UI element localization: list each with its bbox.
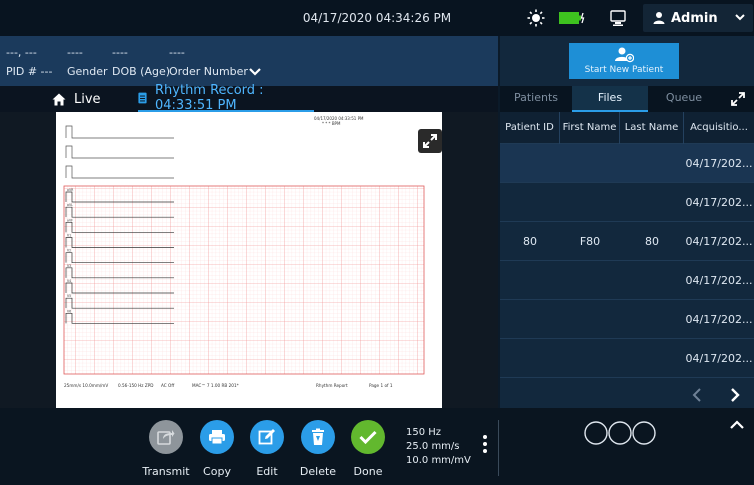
ecg-grid bbox=[63, 185, 425, 375]
fullscreen-button[interactable] bbox=[418, 129, 442, 153]
pagination bbox=[500, 378, 754, 408]
tab-queue[interactable]: Queue bbox=[648, 86, 720, 112]
speed-setting: 25.0 mm/s bbox=[406, 441, 460, 452]
cell-first-name: F80 bbox=[579, 235, 601, 248]
user-menu-button[interactable]: Admin bbox=[643, 4, 753, 32]
trash-icon bbox=[312, 428, 324, 445]
patient-header[interactable] bbox=[0, 36, 498, 86]
cell-acquisition: 04/17/202... bbox=[685, 274, 753, 287]
cell-acquisition: 04/17/202... bbox=[685, 235, 753, 248]
lead-label: aVL bbox=[67, 203, 73, 207]
battery-icon bbox=[559, 12, 585, 24]
done-label: Done bbox=[353, 465, 383, 478]
ecg-report-graphic: 04/17/2020 04:33:51 PM * * * BPM aVRaVLa… bbox=[63, 116, 425, 388]
gender-label: Gender bbox=[67, 65, 108, 78]
column-patient-id[interactable]: Patient ID bbox=[500, 112, 560, 144]
footer-page: Page 1 of 1 bbox=[369, 383, 393, 388]
gender-value: ---- bbox=[67, 46, 83, 59]
add-user-icon bbox=[615, 47, 634, 63]
ecg-report-page[interactable]: 04/17/2020 04:33:51 PM * * * BPM aVR aVL a… bbox=[56, 112, 442, 408]
filter-setting: 150 Hz bbox=[406, 427, 442, 438]
lead-label: aVR bbox=[67, 188, 74, 192]
footer-filter: 0.56-150 Hz ZPD bbox=[118, 383, 153, 388]
printer-icon bbox=[209, 430, 225, 445]
tab-live-label: Live bbox=[74, 91, 101, 107]
edit-button[interactable] bbox=[250, 420, 284, 454]
footer-ac: AC Off bbox=[161, 383, 174, 388]
share-icon bbox=[157, 430, 175, 445]
report-footer: 25mm/s 10.0mm/mV 0.56-150 Hz ZPD AC Off … bbox=[64, 383, 393, 388]
gain-setting: 10.0 mm/mV bbox=[406, 455, 471, 466]
report-bpm: * * * BPM bbox=[322, 121, 341, 126]
status-bar bbox=[0, 0, 754, 36]
footer-report-type: Rhythm Report bbox=[316, 383, 348, 388]
acquisition-settings: 150 Hz 25.0 mm/s 10.0 mm/mV bbox=[406, 426, 471, 468]
patient-name: ---, --- bbox=[6, 46, 37, 59]
status-indicators bbox=[584, 421, 656, 445]
cell-last-name: 80 bbox=[645, 235, 659, 248]
order-value: ---- bbox=[169, 46, 185, 59]
lead-label: V1 bbox=[67, 234, 71, 238]
start-new-patient-label: Start New Patient bbox=[584, 65, 664, 75]
cell-acquisition: 04/17/202... bbox=[685, 157, 753, 170]
column-first-name[interactable]: First Name bbox=[560, 112, 620, 144]
circle-icon bbox=[584, 421, 608, 445]
chevron-left-icon[interactable] bbox=[690, 387, 704, 403]
tab-live[interactable]: Live bbox=[52, 86, 101, 112]
lead-label: V3 bbox=[67, 264, 71, 268]
tab-files[interactable]: Files bbox=[572, 86, 648, 112]
expand-icon[interactable] bbox=[730, 91, 746, 107]
lead-label: V2 bbox=[67, 249, 71, 253]
cell-acquisition: 04/17/202... bbox=[685, 352, 753, 365]
footer-device: MAC™ 7 1.00 RB 201* bbox=[192, 383, 239, 388]
column-acquisition[interactable]: Acquisitio... bbox=[684, 112, 754, 144]
copy-button[interactable] bbox=[200, 420, 234, 454]
document-icon bbox=[138, 92, 147, 104]
username: Admin bbox=[671, 10, 718, 26]
delete-button[interactable] bbox=[301, 420, 335, 454]
column-last-name[interactable]: Last Name bbox=[620, 112, 684, 144]
user-icon bbox=[653, 12, 665, 24]
more-vertical-icon[interactable] bbox=[482, 434, 488, 454]
transmit-button[interactable] bbox=[149, 420, 183, 454]
footer-speed: 25mm/s 10.0mm/mV bbox=[64, 383, 108, 388]
chevron-up-icon[interactable] bbox=[729, 419, 745, 431]
lead-label: V6 bbox=[67, 309, 71, 313]
tab-patients[interactable]: Patients bbox=[500, 86, 572, 112]
dob-label: DOB (Age) bbox=[112, 65, 171, 78]
cell-acquisition: 04/17/202... bbox=[685, 313, 753, 326]
toolbar-divider bbox=[498, 420, 499, 476]
app-root: 04/17/2020 04:34:26 PM Admin ---, --- --… bbox=[0, 0, 754, 485]
chevron-right-icon[interactable] bbox=[728, 387, 742, 403]
pid-label: PID # --- bbox=[6, 65, 53, 78]
chevron-down-icon bbox=[735, 14, 745, 21]
calibration-marks bbox=[65, 125, 174, 179]
order-label: Order Number bbox=[169, 65, 248, 78]
cell-patient-id: 80 bbox=[523, 235, 537, 248]
home-icon bbox=[52, 93, 66, 105]
monitor-icon[interactable] bbox=[610, 9, 626, 27]
done-button[interactable] bbox=[351, 420, 385, 454]
dob-value: ---- bbox=[112, 46, 128, 59]
expand-icon bbox=[423, 134, 437, 148]
lead-label: V4 bbox=[67, 279, 71, 283]
start-new-patient-button[interactable]: Start New Patient bbox=[569, 43, 679, 79]
edit-icon bbox=[258, 429, 275, 445]
check-icon bbox=[359, 430, 377, 444]
tab-rhythm-label: Rhythm Record : 04:33:51 PM bbox=[155, 83, 264, 113]
lead-label: V5 bbox=[67, 294, 71, 298]
sun-icon[interactable] bbox=[527, 9, 545, 27]
tab-rhythm-record[interactable]: Rhythm Record : 04:33:51 PM bbox=[138, 83, 314, 113]
chevron-down-icon[interactable] bbox=[248, 66, 262, 78]
cell-acquisition: 04/17/202... bbox=[685, 196, 753, 209]
circle-icon bbox=[608, 421, 632, 445]
lead-label: aVF bbox=[67, 218, 73, 222]
circle-icon bbox=[632, 421, 656, 445]
